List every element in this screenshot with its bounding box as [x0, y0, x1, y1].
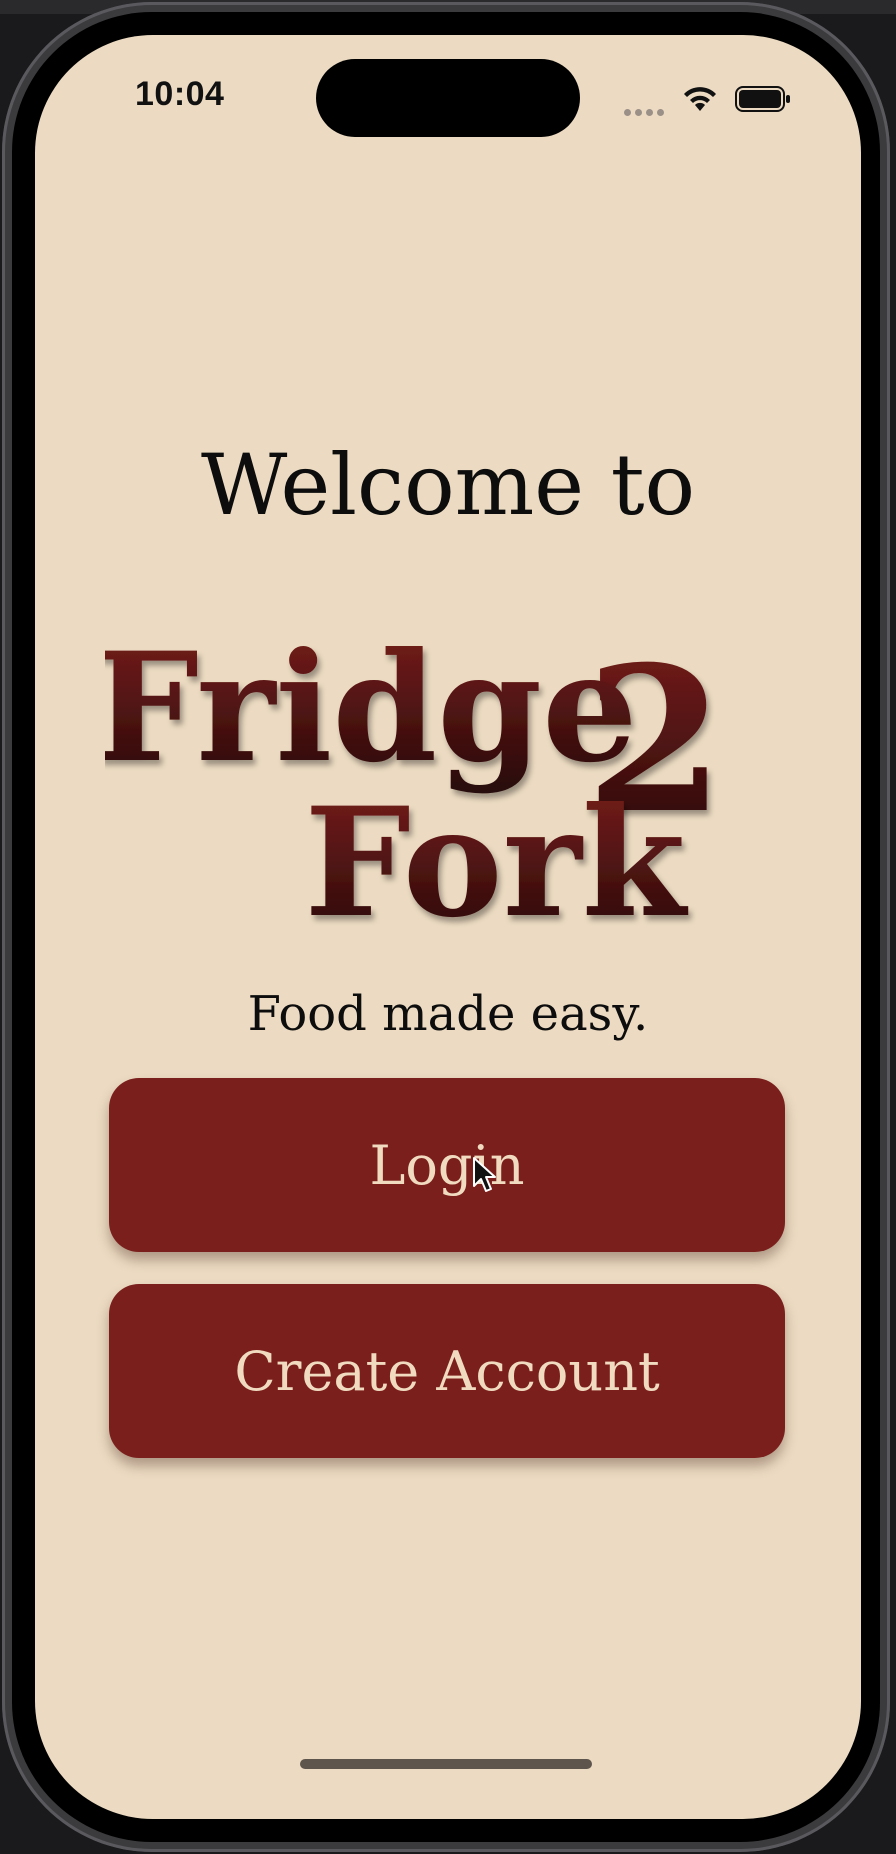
- welcome-heading: Welcome to: [200, 436, 696, 534]
- home-indicator[interactable]: [300, 1759, 592, 1769]
- logo-line-fridge: Fridge: [105, 620, 638, 796]
- login-button[interactable]: Login: [109, 1078, 785, 1252]
- logo-line-fork: Fork: [304, 775, 688, 935]
- signal-dots-icon: [624, 103, 670, 116]
- app-logo: 2 Fridge Fork: [92, 590, 795, 951]
- battery-icon: [735, 86, 790, 112]
- dynamic-island: [316, 59, 580, 137]
- app-screen: 10:04 Welcome to 2 Fridge Fork Food made…: [35, 35, 861, 1819]
- mouse-cursor-icon: [473, 1157, 496, 1192]
- status-time: 10:04: [135, 75, 225, 113]
- wifi-icon: [684, 87, 716, 111]
- create-account-button[interactable]: Create Account: [109, 1284, 785, 1458]
- tagline: Food made easy.: [247, 986, 649, 1042]
